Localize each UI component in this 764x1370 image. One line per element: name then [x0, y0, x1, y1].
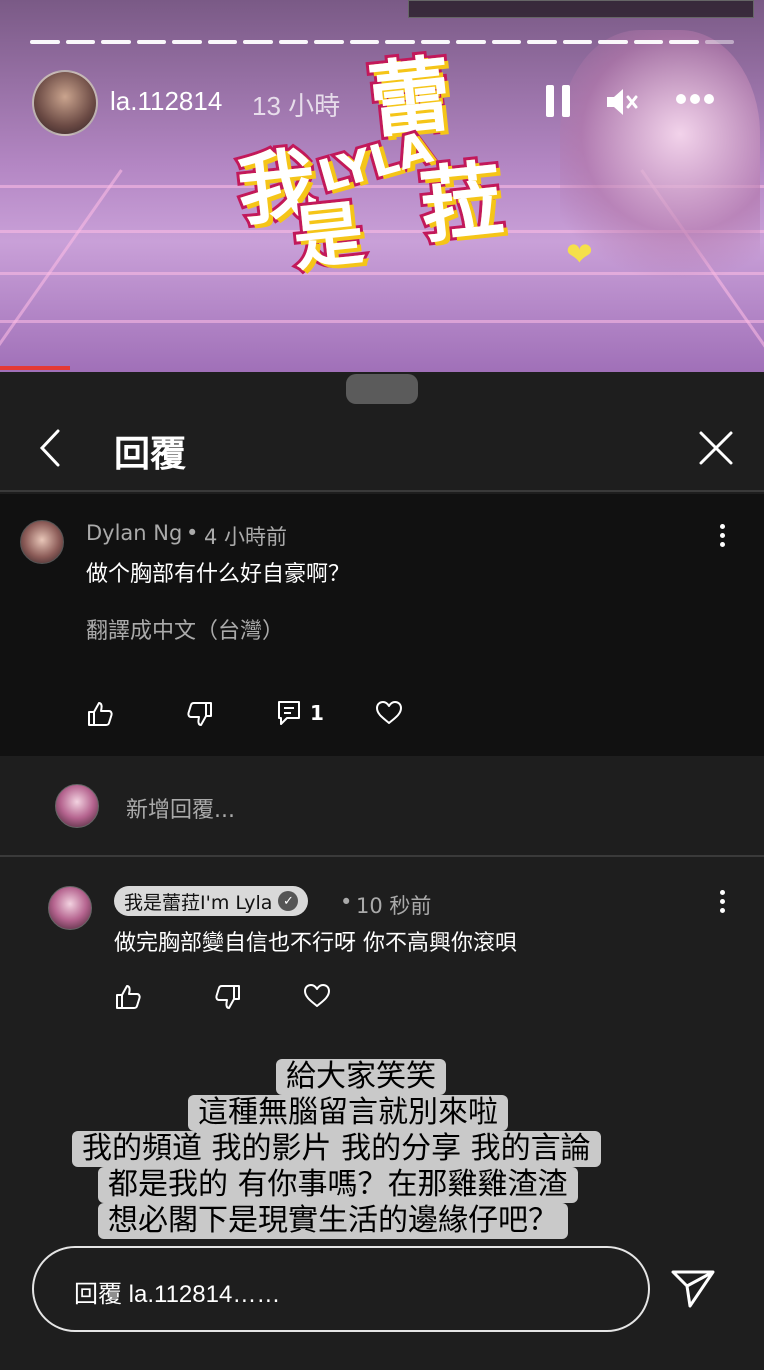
dislike-icon[interactable]: [214, 983, 242, 1011]
more-options-icon[interactable]: [674, 94, 714, 108]
caption-line: 我的頻道 我的影片 我的分享 我的言論: [72, 1131, 601, 1167]
reply-author-chip[interactable]: 我是蕾菈I'm Lyla ✓: [114, 886, 309, 916]
reply-comment-icon[interactable]: [276, 699, 304, 727]
heart-icon[interactable]: [375, 699, 403, 727]
caption-line: 都是我的 有你事嗎？在那雞雞渣渣: [98, 1167, 578, 1203]
story-reply-placeholder: 回覆 la.112814……: [74, 1281, 281, 1308]
reply-author: 我是蕾菈I'm Lyla: [124, 891, 273, 914]
verified-icon: ✓: [278, 891, 299, 911]
progress-segment: [172, 40, 202, 44]
progress-segment: [420, 40, 450, 44]
progress-segment: [527, 40, 557, 44]
progress-segment: [101, 40, 131, 44]
progress-segment: [491, 40, 521, 44]
reply-time: 10 秒前: [356, 894, 432, 918]
progress-segment: [65, 40, 95, 44]
reply-menu-icon[interactable]: [720, 890, 726, 914]
like-icon[interactable]: [114, 983, 142, 1011]
sheet-title: 回覆: [114, 434, 187, 475]
story-progress: [30, 40, 734, 44]
translate-link[interactable]: 翻譯成中文（台灣）: [86, 613, 284, 645]
header-divider: [0, 490, 764, 492]
add-reply-input[interactable]: 新增回覆...: [126, 792, 235, 824]
comment-separator: •: [186, 521, 199, 545]
progress-segment: [456, 40, 486, 44]
channel-logo: 我 是 蕾 LYLA 菈: [214, 30, 535, 284]
progress-segment: [314, 40, 344, 44]
story-time-ago: 13 小時: [252, 91, 341, 121]
progress-segment: [562, 40, 592, 44]
dislike-icon[interactable]: [186, 700, 214, 728]
avatar[interactable]: [20, 520, 64, 564]
progress-segment: [385, 40, 415, 44]
progress-segment: [669, 40, 699, 44]
caption-line: 給大家笑笑: [276, 1059, 446, 1095]
heart-decoration-icon: ❤: [566, 235, 593, 273]
comment-author[interactable]: Dylan Ng: [86, 521, 182, 545]
comment-time: 4 小時前: [204, 525, 288, 549]
reply-divider: [0, 855, 764, 857]
progress-segment: [598, 40, 628, 44]
caption-line: 這種無腦留言就別來啦: [188, 1095, 508, 1131]
avatar: [55, 784, 99, 828]
comment-menu-icon[interactable]: [720, 524, 726, 548]
reply-text: 做完胸部變自信也不行呀 你不高興你滾唄: [114, 931, 517, 956]
progress-segment: [136, 40, 166, 44]
progress-segment: [633, 40, 663, 44]
progress-segment: [243, 40, 273, 44]
progress-segment: [349, 40, 379, 44]
progress-segment: [704, 40, 734, 44]
mute-icon[interactable]: [604, 84, 640, 120]
video-progress-bar: [0, 366, 70, 370]
back-arrow-icon[interactable]: [36, 428, 66, 468]
logo-char-4: 菈: [413, 149, 510, 258]
close-icon[interactable]: [698, 430, 734, 466]
progress-segment: [30, 40, 60, 44]
heart-icon[interactable]: [303, 982, 331, 1010]
progress-segment: [278, 40, 308, 44]
dark-video-strip: [408, 0, 754, 18]
reply-count: 1: [310, 701, 324, 725]
story-author-avatar[interactable]: [32, 70, 98, 136]
comment-text: 做个胸部有什么好自豪啊？: [86, 562, 351, 587]
caption-line: 想必閣下是現實生活的邊緣仔吧？: [98, 1203, 568, 1239]
progress-segment: [207, 40, 237, 44]
send-icon[interactable]: [670, 1268, 716, 1310]
avatar[interactable]: [48, 886, 92, 930]
story-username[interactable]: la.112814: [110, 86, 222, 117]
pause-icon[interactable]: [543, 85, 573, 119]
like-icon[interactable]: [86, 700, 114, 728]
sheet-drag-handle[interactable]: [346, 374, 418, 404]
reply-separator: •: [340, 890, 353, 914]
